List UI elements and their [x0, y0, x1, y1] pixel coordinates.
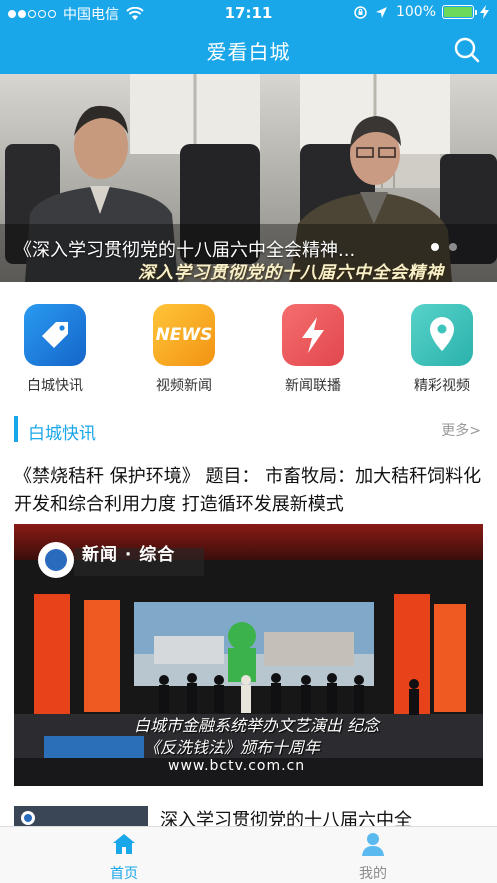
rotation-lock-icon — [354, 5, 367, 19]
carousel-dot-2[interactable] — [449, 243, 457, 251]
location-arrow-icon — [375, 6, 387, 18]
battery-icon — [442, 5, 477, 19]
category-label: 视频新闻 — [156, 378, 212, 394]
carousel-indicator[interactable] — [421, 243, 457, 251]
location-pin-icon — [411, 304, 473, 366]
carousel-dot-1[interactable] — [431, 243, 439, 251]
category-news-broadcast[interactable]: 新闻联播 — [258, 304, 368, 395]
user-icon — [362, 833, 384, 856]
battery-level — [444, 7, 472, 17]
lightning-icon — [282, 304, 344, 366]
category-video-news[interactable]: NEWS 视频新闻 — [129, 304, 239, 395]
tab-bar: 首页 我的 — [0, 826, 497, 883]
more-link[interactable]: 更多> — [441, 420, 481, 440]
image-watermark-url: www.bctv.com.cn — [168, 758, 306, 774]
news-icon-text: NEWS — [155, 325, 213, 345]
article-title[interactable]: 《禁烧秸秆 保护环境》 题目： 市畜牧局：加大秸秆饲料化开发和综合利用力度 打造… — [14, 463, 484, 519]
section-accent-bar — [14, 416, 18, 442]
page-title: 爱看白城 — [206, 40, 291, 64]
banner-burned-in-text: 深入学习贯彻党的十八届六中全会精神 — [138, 263, 444, 283]
app-header: 中国电信 17:11 100% 爱看白城 — [0, 0, 497, 74]
status-bar-right: 100% — [354, 4, 489, 20]
tag-icon — [24, 304, 86, 366]
category-label: 新闻联播 — [285, 378, 341, 394]
tab-label: 我的 — [359, 866, 387, 882]
news-icon: NEWS — [153, 304, 215, 366]
article-thumbnail[interactable] — [14, 806, 148, 826]
section-title: 白城快讯 — [28, 424, 96, 444]
category-label: 精彩视频 — [414, 378, 470, 394]
tab-label: 首页 — [110, 866, 138, 882]
channel-label: 新闻 · 综合 — [82, 545, 176, 565]
category-featured-videos[interactable]: 精彩视频 — [387, 304, 497, 395]
category-baicheng-news[interactable]: 白城快讯 — [0, 304, 110, 395]
status-bar: 中国电信 17:11 100% — [0, 0, 497, 26]
tab-profile[interactable]: 我的 — [249, 827, 497, 883]
image-subtitle-line-2: 《反洗钱法》颁布十周年 — [144, 738, 321, 757]
battery-percent: 100% — [395, 4, 436, 20]
tab-home[interactable]: 首页 — [0, 827, 248, 883]
home-icon — [113, 834, 135, 854]
image-subtitle-line-1: 白城市金融系统举办文艺演出 纪念 — [134, 716, 380, 735]
search-icon[interactable] — [453, 36, 481, 64]
charging-bolt-icon — [480, 5, 489, 19]
category-label: 白城快讯 — [27, 378, 83, 394]
